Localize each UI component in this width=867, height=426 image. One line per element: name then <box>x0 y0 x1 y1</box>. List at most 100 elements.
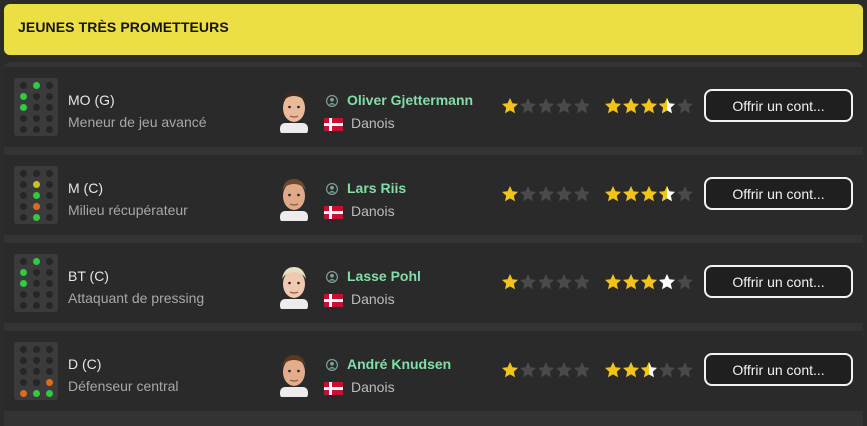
star-icon <box>574 274 590 290</box>
star-icon <box>574 98 590 114</box>
current-ability-stars <box>501 185 591 203</box>
pitch-position-dot <box>46 357 53 364</box>
pitch-position-dot <box>20 82 27 89</box>
star-icon <box>605 362 621 378</box>
star-icon <box>641 274 657 290</box>
person-icon <box>326 270 338 283</box>
star-icon <box>538 98 554 114</box>
pitch-position-dot <box>46 82 53 89</box>
player-nation: Danois <box>351 291 395 307</box>
star-icon <box>502 362 518 378</box>
pitch-position-dot <box>20 346 27 353</box>
player-role: Milieu récupérateur <box>68 202 188 218</box>
pitch-position-dot <box>20 126 27 133</box>
star-icon <box>556 186 572 202</box>
player-name[interactable]: André Knudsen <box>347 356 451 372</box>
player-position: D (C) <box>68 356 102 372</box>
pitch-position-dot <box>20 357 27 364</box>
star-icon <box>659 362 675 378</box>
current-ability-stars <box>501 273 591 291</box>
star-icon <box>605 98 621 114</box>
potential-ability-stars <box>604 185 694 203</box>
player-role: Meneur de jeu avancé <box>68 114 207 130</box>
pitch-position-dot <box>46 280 53 287</box>
pitch-position-dot <box>46 346 53 353</box>
pitch-position-dot <box>20 115 27 122</box>
star-icon <box>520 362 536 378</box>
pitch-position-dot <box>46 126 53 133</box>
star-icon <box>605 186 621 202</box>
player-row[interactable]: MO (G) Meneur de jeu avancé Oliver Gjett… <box>4 67 863 147</box>
pitch-position-dot <box>33 115 40 122</box>
pitch-position-dot <box>20 170 27 177</box>
pitch-position-dot <box>20 93 27 100</box>
denmark-flag-icon <box>324 382 343 395</box>
pitch-position-dot <box>33 346 40 353</box>
star-icon <box>641 186 657 202</box>
pitch-position-dot <box>46 258 53 265</box>
player-name[interactable]: Lars Riis <box>347 180 406 196</box>
star-icon <box>574 362 590 378</box>
current-ability-stars <box>501 361 591 379</box>
pitch-position-dot <box>46 269 53 276</box>
pitch-position-dot <box>20 291 27 298</box>
star-icon <box>623 186 639 202</box>
player-nation: Danois <box>351 203 395 219</box>
star-icon <box>641 98 657 114</box>
pitch-position-dot <box>33 82 40 89</box>
star-icon <box>677 98 693 114</box>
pitch-position-dot <box>46 115 53 122</box>
pitch-position-dot <box>46 192 53 199</box>
player-name[interactable]: Lasse Pohl <box>347 268 421 284</box>
pitch-position-dot <box>46 368 53 375</box>
pitch-position-dot <box>33 280 40 287</box>
star-icon <box>556 362 572 378</box>
pitch-position-dot <box>20 192 27 199</box>
pitch-position-dot <box>33 258 40 265</box>
star-icon <box>502 186 518 202</box>
offer-contract-button[interactable]: Offrir un cont... <box>704 265 853 298</box>
star-icon <box>574 186 590 202</box>
section-title: JEUNES TRÈS PROMETTEURS <box>18 19 229 35</box>
player-position: M (C) <box>68 180 103 196</box>
pitch-position-dot <box>46 291 53 298</box>
pitch-position-dot <box>20 368 27 375</box>
pitch-position-dot <box>33 181 40 188</box>
player-nation: Danois <box>351 115 395 131</box>
player-avatar <box>274 349 314 397</box>
offer-contract-button[interactable]: Offrir un cont... <box>704 177 853 210</box>
player-row[interactable]: BT (C) Attaquant de pressing Lasse Pohl … <box>4 243 863 323</box>
position-pitch-map <box>14 254 58 312</box>
star-icon <box>623 274 639 290</box>
pitch-position-dot <box>33 269 40 276</box>
offer-contract-button[interactable]: Offrir un cont... <box>704 89 853 122</box>
offer-contract-button[interactable]: Offrir un cont... <box>704 353 853 386</box>
player-avatar <box>274 261 314 309</box>
pitch-position-dot <box>46 214 53 221</box>
star-icon <box>659 186 675 202</box>
player-role: Attaquant de pressing <box>68 290 205 306</box>
denmark-flag-icon <box>324 206 343 219</box>
section-header: JEUNES TRÈS PROMETTEURS <box>4 4 863 55</box>
pitch-position-dot <box>33 368 40 375</box>
star-icon <box>659 98 675 114</box>
pitch-position-dot <box>46 203 53 210</box>
player-avatar <box>274 173 314 221</box>
pitch-position-dot <box>20 181 27 188</box>
player-name[interactable]: Oliver Gjettermann <box>347 92 473 108</box>
denmark-flag-icon <box>324 294 343 307</box>
player-role: Défenseur central <box>68 378 179 394</box>
pitch-position-dot <box>46 181 53 188</box>
player-nation: Danois <box>351 379 395 395</box>
player-row[interactable]: D (C) Défenseur central André Knudsen Da… <box>4 331 863 411</box>
pitch-position-dot <box>46 170 53 177</box>
star-icon <box>502 98 518 114</box>
pitch-position-dot <box>33 214 40 221</box>
pitch-position-dot <box>33 390 40 397</box>
player-row[interactable]: M (C) Milieu récupérateur Lars Riis Dano… <box>4 155 863 235</box>
star-icon <box>556 274 572 290</box>
pitch-position-dot <box>46 104 53 111</box>
position-pitch-map <box>14 342 58 400</box>
star-icon <box>623 362 639 378</box>
position-pitch-map <box>14 78 58 136</box>
